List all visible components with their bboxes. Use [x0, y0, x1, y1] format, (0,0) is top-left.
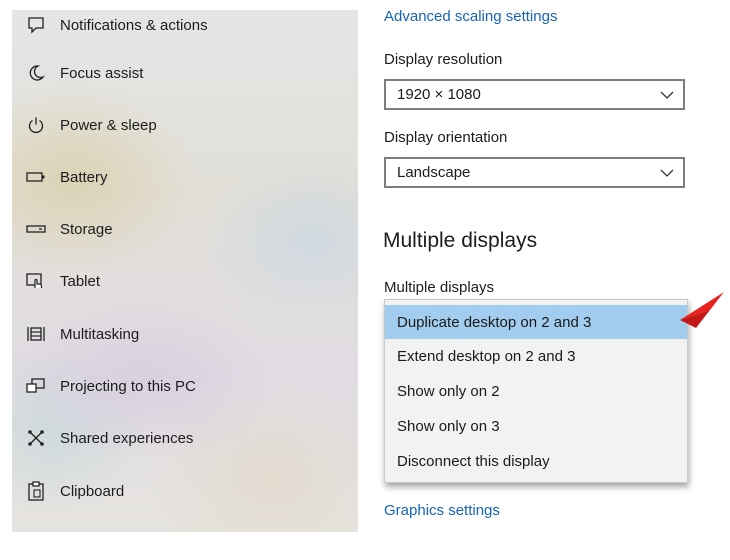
option-duplicate-desktop[interactable]: Duplicate desktop on 2 and 3 [385, 305, 687, 339]
red-arrow-pointer [676, 286, 730, 330]
option-label: Show only on 3 [397, 417, 500, 435]
option-label: Show only on 2 [397, 382, 500, 400]
display-orientation-value: Landscape [397, 164, 471, 181]
clipboard-icon [26, 481, 46, 501]
option-extend-desktop[interactable]: Extend desktop on 2 and 3 [385, 339, 687, 373]
sidebar-item-label: Battery [60, 168, 108, 186]
sidebar-item-label: Storage [60, 220, 113, 238]
option-show-only-3[interactable]: Show only on 3 [385, 409, 687, 443]
settings-sidebar: Notifications & actions Focus assist Pow… [12, 10, 358, 532]
sidebar-item-label: Projecting to this PC [60, 377, 196, 395]
sidebar-item-label: Tablet [60, 272, 101, 290]
multitasking-icon [26, 324, 46, 344]
multiple-displays-dropdown[interactable]: Duplicate desktop on 2 and 3 Extend desk… [384, 299, 688, 483]
option-show-only-2[interactable]: Show only on 2 [385, 374, 687, 408]
graphics-settings-link[interactable]: Graphics settings [384, 502, 500, 519]
chevron-down-icon [660, 88, 674, 102]
display-orientation-select[interactable]: Landscape [384, 157, 685, 188]
option-label: Disconnect this display [397, 452, 550, 470]
sidebar-item-label: Shared experiences [60, 429, 194, 447]
power-icon [26, 115, 46, 135]
display-resolution-label: Display resolution [384, 51, 503, 68]
sidebar-item-label: Multitasking [60, 325, 140, 343]
projecting-icon [26, 376, 46, 396]
shared-icon [26, 428, 46, 448]
display-resolution-select[interactable]: 1920 × 1080 [384, 79, 685, 110]
option-label: Duplicate desktop on 2 and 3 [397, 313, 592, 331]
advanced-scaling-settings-link[interactable]: Advanced scaling settings [384, 8, 557, 25]
option-label: Extend desktop on 2 and 3 [397, 347, 576, 365]
sidebar-item-label: Focus assist [60, 64, 144, 82]
sidebar-item-label: Clipboard [60, 482, 125, 500]
battery-icon [26, 167, 46, 187]
option-disconnect-display[interactable]: Disconnect this display [385, 444, 687, 478]
moon-icon [26, 63, 46, 83]
sidebar-item-label: Notifications & actions [60, 16, 208, 34]
sidebar-item-label: Power & sleep [60, 116, 157, 134]
notification-icon [26, 15, 46, 35]
display-resolution-value: 1920 × 1080 [397, 86, 481, 103]
multiple-displays-heading: Multiple displays [383, 229, 538, 252]
tablet-icon [26, 271, 46, 291]
chevron-down-icon [660, 166, 674, 180]
multiple-displays-label: Multiple displays [384, 279, 495, 296]
storage-icon [26, 219, 46, 239]
display-orientation-label: Display orientation [384, 129, 508, 146]
